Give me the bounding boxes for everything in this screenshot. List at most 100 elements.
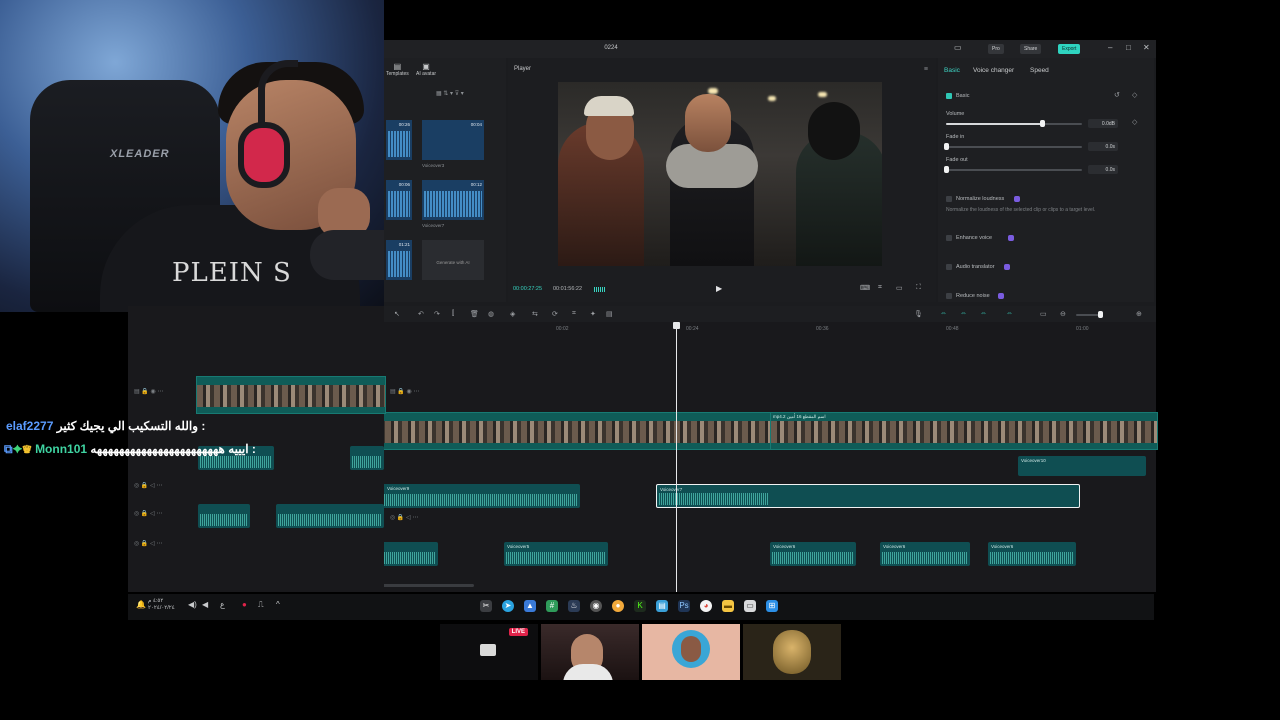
- language-icon[interactable]: ع: [220, 600, 225, 609]
- track-controls[interactable]: ◎ 🔒 ◁ ⋯: [134, 540, 162, 547]
- app-icon[interactable]: ●: [612, 600, 624, 612]
- zoom-fit-icon[interactable]: ⊕: [1136, 310, 1142, 318]
- fade-out-knob[interactable]: [944, 166, 949, 173]
- split-icon[interactable]: ⫿: [452, 310, 454, 318]
- system-clock[interactable]: ٤:٥٢ م ٢٠٢٤/٠٢/٢٤: [148, 598, 175, 612]
- voiceover-clip[interactable]: Voiceover6: [770, 542, 856, 566]
- voiceover-clip[interactable]: [198, 504, 250, 528]
- tab-ai-avatar[interactable]: ▣ AI avatar: [416, 62, 436, 77]
- chevron-up-icon[interactable]: ^: [276, 600, 280, 609]
- video-preview[interactable]: [558, 82, 882, 266]
- voiceover-clip-selected[interactable]: Voiceover7: [656, 484, 1080, 508]
- magic-icon[interactable]: ✦: [590, 310, 596, 318]
- tab-basic[interactable]: Basic: [944, 67, 960, 74]
- audio-translator-checkbox[interactable]: [946, 264, 952, 270]
- close-icon[interactable]: ✕: [1143, 43, 1150, 52]
- play-icon[interactable]: ▶: [716, 284, 722, 293]
- tab-speed[interactable]: Speed: [1030, 67, 1049, 74]
- export-button[interactable]: Export: [1058, 44, 1081, 54]
- maximize-icon[interactable]: □: [1126, 43, 1131, 52]
- obs-icon[interactable]: ◉: [590, 600, 602, 612]
- fit-icon[interactable]: ⌨: [860, 284, 870, 292]
- voiceover-clip[interactable]: Voiceover6: [880, 542, 970, 566]
- mic-icon[interactable]: ●: [242, 600, 247, 609]
- mirror-icon[interactable]: ⇆: [532, 310, 538, 318]
- photoshop-icon[interactable]: Ps: [678, 600, 690, 612]
- undo-icon[interactable]: ↶: [418, 310, 424, 318]
- select-icon[interactable]: ↖: [394, 310, 400, 318]
- crop-tool-icon[interactable]: ⌗: [572, 310, 576, 318]
- tab-templates[interactable]: ▤ Templates: [386, 62, 409, 77]
- zoom-knob[interactable]: [1098, 311, 1103, 318]
- playhead[interactable]: [676, 324, 677, 592]
- telegram-icon[interactable]: ➤: [502, 600, 514, 612]
- fade-in-knob[interactable]: [944, 143, 949, 150]
- playhead-handle[interactable]: [673, 322, 680, 329]
- folder-icon[interactable]: ▬: [722, 600, 734, 612]
- menu-icon[interactable]: ≡: [924, 66, 928, 73]
- photos-icon[interactable]: ▲: [524, 600, 536, 612]
- tab-voice-changer[interactable]: Voice changer: [973, 67, 1014, 74]
- video-clip[interactable]: mp4.2 اسم المقطع 16 أمين: [770, 412, 1158, 450]
- zoom-out-icon[interactable]: ⊖: [1060, 310, 1066, 318]
- link-icon[interactable]: ⇔: [940, 310, 947, 317]
- layout-icon[interactable]: ▭: [954, 43, 962, 52]
- guest-tile[interactable]: [642, 624, 740, 680]
- fade-in-slider[interactable]: [946, 146, 1082, 148]
- media-thumb[interactable]: 01:21: [386, 240, 412, 280]
- ratio-icon[interactable]: ▭: [896, 284, 903, 292]
- speaker-icon[interactable]: ◀: [202, 600, 208, 609]
- normalize-checkbox[interactable]: [946, 196, 952, 202]
- track-controls[interactable]: ◎ 🔒 ◁ ⋯: [134, 482, 162, 489]
- guest-tile[interactable]: [541, 624, 639, 680]
- rotate-icon[interactable]: ⟳: [552, 310, 558, 318]
- auto-ripple-icon[interactable]: ⇔: [1006, 310, 1013, 317]
- fade-out-slider[interactable]: [946, 169, 1082, 171]
- keyframe-icon[interactable]: ◇: [1132, 91, 1137, 99]
- snap-icon[interactable]: ⇔: [960, 310, 967, 317]
- reduce-noise-checkbox[interactable]: [946, 293, 952, 299]
- file-icon[interactable]: ▭: [744, 600, 756, 612]
- freeze-icon[interactable]: ◈: [510, 310, 515, 318]
- network-icon[interactable]: ⎍: [258, 600, 264, 610]
- media-thumb[interactable]: 00:04: [422, 120, 484, 160]
- chrome-icon[interactable]: ◕: [700, 600, 712, 612]
- track-controls[interactable]: ▤ 🔒 ◉ ⋯: [134, 388, 163, 395]
- shield-icon[interactable]: ◍: [488, 310, 494, 318]
- generate-with-ai-button[interactable]: Generate with AI: [422, 240, 484, 280]
- windows-icon[interactable]: ⊞: [766, 600, 778, 612]
- slack-icon[interactable]: #: [546, 600, 558, 612]
- voiceover-clip[interactable]: [276, 504, 384, 528]
- fullscreen-icon[interactable]: ⛶: [916, 284, 921, 292]
- delete-icon[interactable]: 🗑: [470, 310, 479, 318]
- track-controls[interactable]: ▤ 🔒 ◉ ⋯: [390, 388, 419, 395]
- track-controls[interactable]: ◎ 🔒 ◁ ⋯: [390, 514, 418, 521]
- track-controls[interactable]: ◎ 🔒 ◁ ⋯: [134, 510, 162, 517]
- fade-in-value[interactable]: 0.0s: [1088, 142, 1118, 151]
- voiceover-clip[interactable]: Voiceover6: [988, 542, 1076, 566]
- basic-checkbox[interactable]: [946, 93, 952, 99]
- mic-record-icon[interactable]: 🎙: [914, 310, 923, 318]
- crop-icon[interactable]: ⌗: [878, 284, 882, 292]
- voiceover-clip[interactable]: Voiceover10: [1018, 456, 1146, 476]
- media-thumb[interactable]: 00:06: [386, 180, 412, 220]
- share-button[interactable]: Share: [1020, 44, 1042, 54]
- media-thumb[interactable]: 00:26: [386, 120, 412, 160]
- voiceover-clip[interactable]: Voiceover9: [350, 484, 580, 508]
- pro-button[interactable]: Pro: [988, 44, 1004, 54]
- guest-tile[interactable]: LIVE: [440, 624, 538, 680]
- subtitle-icon[interactable]: ▤: [606, 310, 613, 318]
- steam-icon[interactable]: ♨: [568, 600, 580, 612]
- notepad-icon[interactable]: ▤: [656, 600, 668, 612]
- kick-icon[interactable]: K: [634, 600, 646, 612]
- capcut-icon[interactable]: ✂: [480, 600, 492, 612]
- media-thumb[interactable]: 00:12: [422, 180, 484, 220]
- fade-out-value[interactable]: 0.0s: [1088, 165, 1118, 174]
- minimize-icon[interactable]: –: [1108, 43, 1112, 52]
- enhance-voice-checkbox[interactable]: [946, 235, 952, 241]
- volume-value[interactable]: 0.0dB: [1088, 119, 1118, 128]
- guest-tile[interactable]: [743, 624, 841, 680]
- volume-knob[interactable]: [1040, 120, 1045, 127]
- redo-icon[interactable]: ↷: [434, 310, 440, 318]
- voiceover-clip[interactable]: [350, 446, 384, 470]
